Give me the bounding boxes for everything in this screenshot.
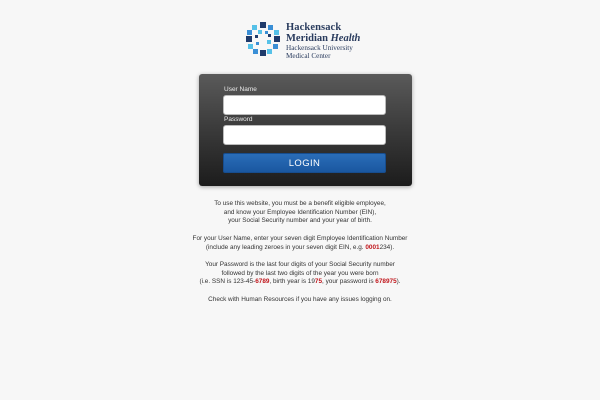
logo-wordmark: Hackensack Meridian Health Hackensack Un… (286, 22, 360, 60)
login-button[interactable]: LOGIN (223, 153, 386, 173)
login-instructions: To use this website, you must be a benef… (150, 200, 450, 313)
username-label: User Name (224, 86, 257, 93)
ein-example-highlight: 0001 (365, 243, 380, 251)
ssn-example-highlight: 6789 (255, 278, 270, 286)
logo-line-1: Hackensack (286, 22, 342, 33)
username-input[interactable] (223, 95, 386, 115)
logo-line-2: Meridian Health (286, 33, 361, 45)
username-instructions: For your User Name, enter your seven dig… (192, 234, 408, 251)
password-instructions: Your Password is the last four digits of… (199, 260, 401, 286)
hr-contact-note: Check with Human Resources if you have a… (208, 295, 392, 303)
birth-year-highlight: 75 (314, 278, 323, 286)
password-label: Password (224, 116, 253, 123)
hmh-logo-mark-icon (246, 22, 280, 56)
login-panel: User Name Password LOGIN (199, 74, 412, 186)
eligibility-paragraph: To use this website, you must be a benef… (214, 200, 386, 225)
password-example-highlight: 678975 (375, 278, 397, 286)
hmh-logo: Hackensack Meridian Health Hackensack Un… (246, 22, 360, 60)
logo-line-4: Medical Center (286, 51, 331, 60)
password-input[interactable] (223, 125, 386, 145)
